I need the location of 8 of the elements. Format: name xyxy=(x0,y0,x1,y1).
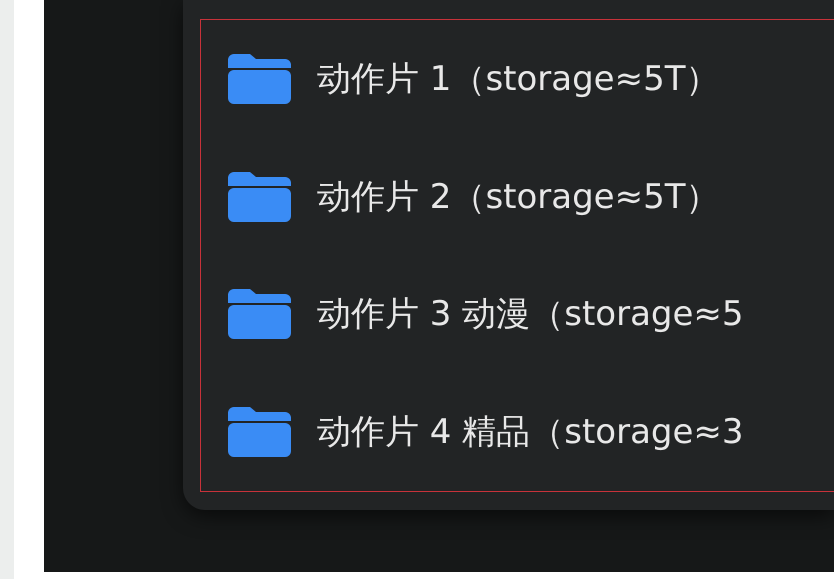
folder-icon xyxy=(228,54,291,104)
folder-icon xyxy=(228,289,291,340)
folder-name[interactable]: 动作片 4 精品（storage≈3 xyxy=(317,409,744,456)
folder-name[interactable]: 动作片 3 动漫（storage≈5 xyxy=(317,291,744,338)
folder-icon xyxy=(228,172,291,222)
folder-name[interactable]: 动作片 1（storage≈5T） xyxy=(317,56,720,102)
folder-name[interactable]: 动作片 2（storage≈5T） xyxy=(317,174,720,220)
folder-icon xyxy=(228,407,291,458)
